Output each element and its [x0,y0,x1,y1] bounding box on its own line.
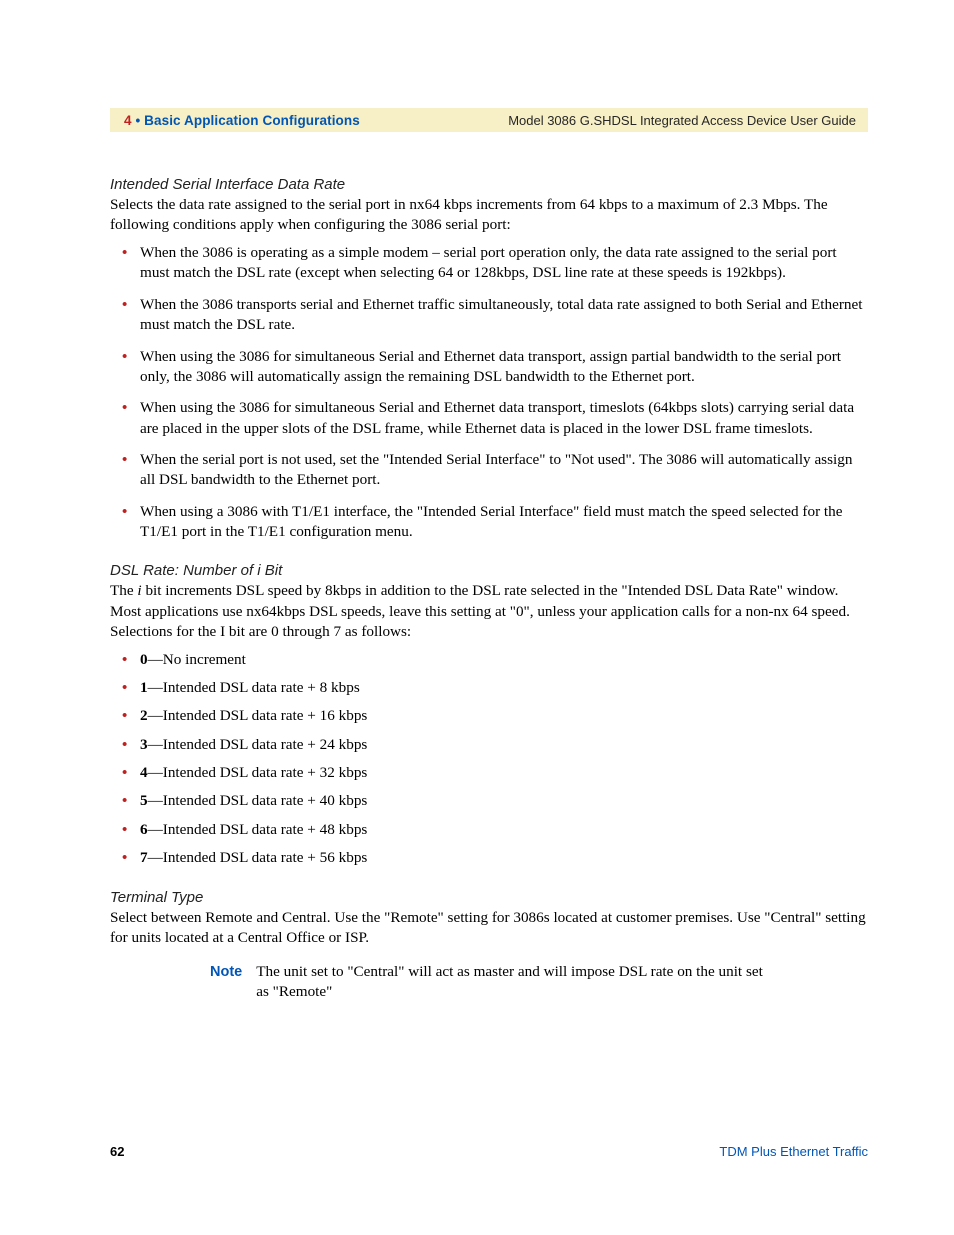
list-item: 3—Intended DSL data rate + 24 kbps [110,735,868,755]
dsl-bullet-list: 0—No increment 1—Intended DSL data rate … [110,650,868,869]
bit-number: 4 [140,764,148,781]
bit-number: 3 [140,736,148,753]
list-item: 1—Intended DSL data rate + 8 kbps [110,678,868,698]
section-serial-rate: Intended Serial Interface Data Rate Sele… [110,176,868,542]
section-title: DSL Rate: Number of i Bit [110,562,868,579]
note-label: Note [210,962,256,1002]
section-terminal-type: Terminal Type Select between Remote and … [110,889,868,1002]
list-item: 7—Intended DSL data rate + 56 kbps [110,848,868,868]
bit-desc: —Intended DSL data rate + 32 kbps [148,764,368,781]
note-block: Note The unit set to "Central" will act … [210,962,770,1002]
list-item: 5—Intended DSL data rate + 40 kbps [110,791,868,811]
bit-desc: —Intended DSL data rate + 48 kbps [148,821,368,838]
bit-desc: —Intended DSL data rate + 16 kbps [148,707,368,724]
bit-number: 5 [140,792,148,809]
list-item: 6—Intended DSL data rate + 48 kbps [110,820,868,840]
list-item: When using the 3086 for simultaneous Ser… [110,398,868,439]
bit-number: 0 [140,651,148,668]
serial-bullet-list: When the 3086 is operating as a simple m… [110,243,868,542]
page-footer: 62 TDM Plus Ethernet Traffic [110,1144,868,1159]
note-text: The unit set to "Central" will act as ma… [256,962,770,1002]
bit-number: 6 [140,821,148,838]
bit-desc: —Intended DSL data rate + 8 kbps [148,679,360,696]
section-intro: The i bit increments DSL speed by 8kbps … [110,581,868,641]
bit-desc: —Intended DSL data rate + 40 kbps [148,792,368,809]
list-item: 0—No increment [110,650,868,670]
bit-number: 7 [140,849,148,866]
page-number: 62 [110,1144,124,1159]
section-intro: Select between Remote and Central. Use t… [110,908,868,948]
list-item: When using a 3086 with T1/E1 interface, … [110,502,868,543]
guide-title: Model 3086 G.SHDSL Integrated Access Dev… [508,113,856,128]
list-item: When the 3086 is operating as a simple m… [110,243,868,284]
section-intro: Selects the data rate assigned to the se… [110,195,868,235]
page-header: 4 • Basic Application Configurations Mod… [110,108,868,132]
bit-desc: —Intended DSL data rate + 56 kbps [148,849,368,866]
chapter-heading: 4 • Basic Application Configurations [124,113,360,128]
section-title: Intended Serial Interface Data Rate [110,176,868,193]
list-item: When the serial port is not used, set th… [110,450,868,491]
page: 4 • Basic Application Configurations Mod… [0,0,954,1235]
chapter-number: 4 [124,113,132,128]
list-item: 2—Intended DSL data rate + 16 kbps [110,706,868,726]
bit-desc: —Intended DSL data rate + 24 kbps [148,736,368,753]
footer-section-name: TDM Plus Ethernet Traffic [719,1144,868,1159]
section-dsl-rate: DSL Rate: Number of i Bit The i bit incr… [110,562,868,868]
chapter-separator: • [132,113,145,128]
section-title: Terminal Type [110,889,868,906]
bit-number: 2 [140,707,148,724]
list-item: When using the 3086 for simultaneous Ser… [110,347,868,388]
bit-number: 1 [140,679,148,696]
list-item: 4—Intended DSL data rate + 32 kbps [110,763,868,783]
list-item: When the 3086 transports serial and Ethe… [110,295,868,336]
intro-part: The [110,582,137,599]
bit-desc: —No increment [148,651,246,668]
intro-part: bit increments DSL speed by 8kbps in add… [110,582,850,639]
chapter-title: Basic Application Configurations [144,113,360,128]
